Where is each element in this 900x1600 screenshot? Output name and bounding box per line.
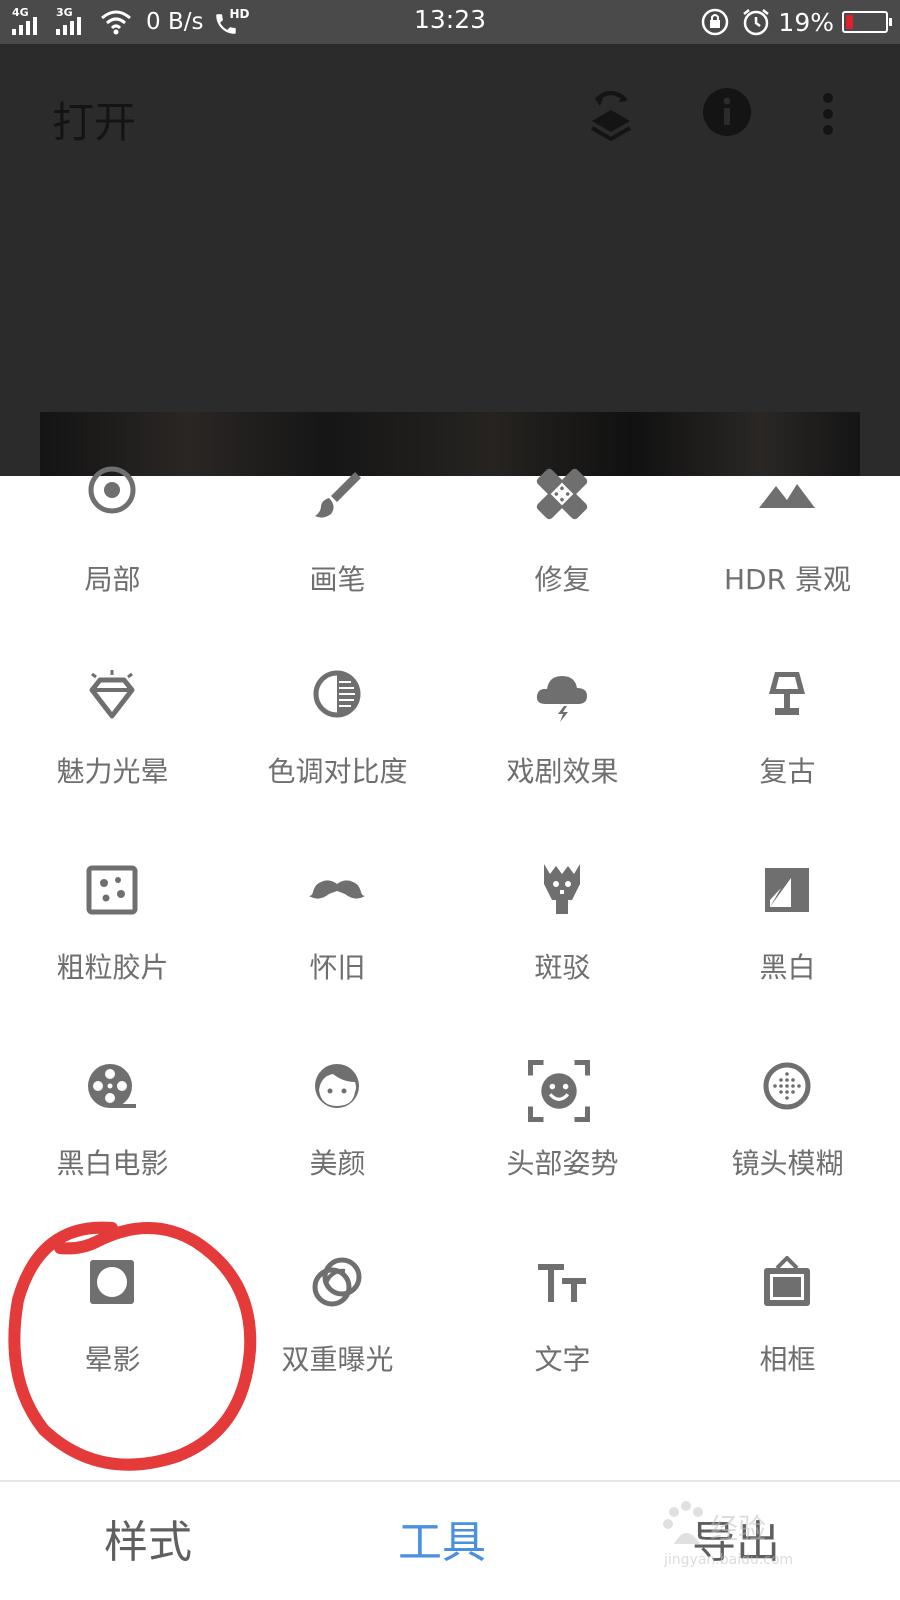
layers-undo-icon[interactable] — [586, 86, 636, 142]
editor-header: 打开 — [0, 44, 900, 476]
frames-icon — [764, 1256, 810, 1306]
portrait-icon — [315, 1064, 359, 1108]
tool-retrolux[interactable]: 怀旧 — [225, 864, 450, 1064]
tools-grid: 局部 画笔 修复 HDR 景观 魅力光晕 色调对比度 戏剧效果 复古 粗粒胶片 … — [0, 466, 900, 1480]
bottom-nav: 样式 工具 导出 经验 jingyan.baidu.com — [0, 1480, 900, 1600]
tool-label: 镜头模糊 — [731, 1147, 844, 1180]
selective-icon — [88, 466, 136, 514]
tool-noir[interactable]: 黑白电影 — [0, 1060, 225, 1260]
tool-hdr-scape[interactable]: HDR 景观 — [675, 476, 900, 676]
tool-label: 头部姿势 — [506, 1147, 619, 1180]
battery-icon — [842, 11, 892, 33]
blur-dot — [785, 1090, 789, 1094]
tool-healing[interactable]: 修复 — [450, 468, 675, 676]
vignette-icon — [90, 1260, 134, 1304]
tool-head-pose[interactable]: 头部姿势 — [450, 1060, 675, 1260]
more-vert-icon[interactable] — [818, 92, 838, 136]
text-icon — [538, 1264, 586, 1302]
blur-dot — [773, 1084, 777, 1088]
vintage-icon — [769, 672, 805, 715]
tool-label: 戏剧效果 — [506, 755, 619, 788]
tool-vintage[interactable]: 复古 — [675, 668, 900, 868]
blur-dot — [785, 1078, 789, 1082]
tool-tonal-contrast[interactable]: 色调对比度 — [225, 668, 450, 868]
alarm-icon — [743, 9, 770, 36]
tab-styles[interactable]: 样式 — [104, 1506, 192, 1570]
tool-glamour-glow[interactable]: 魅力光晕 — [0, 668, 225, 868]
tool-black-white[interactable]: 黑白 — [675, 864, 900, 1064]
drama-icon — [536, 676, 587, 722]
tool-drama[interactable]: 戏剧效果 — [450, 668, 675, 868]
tool-label: 斑驳 — [534, 951, 591, 984]
tab-tools[interactable]: 工具 — [398, 1506, 486, 1570]
tool-label: HDR 景观 — [724, 563, 851, 596]
tool-selective[interactable]: 局部 — [0, 466, 225, 676]
photo-preview — [40, 412, 860, 476]
status-bar: 4G 3G 0 B/s HD 13:23 19% — [0, 0, 900, 44]
blur-dot — [779, 1078, 783, 1082]
tonal-contrast-icon — [313, 670, 361, 718]
blur-dot — [785, 1072, 789, 1076]
open-button[interactable]: 打开 — [52, 89, 136, 150]
tool-label: 色调对比度 — [267, 755, 408, 788]
tool-label: 晕影 — [84, 1343, 141, 1376]
retrolux-icon — [309, 880, 365, 899]
blur-dot — [791, 1078, 795, 1082]
watermark-logo: 经验 jingyan.baidu.com — [660, 1500, 850, 1570]
tool-brush[interactable]: 画笔 — [225, 472, 450, 676]
blur-dot — [785, 1084, 789, 1088]
tool-lens-blur[interactable]: 镜头模糊 — [675, 1060, 900, 1260]
blur-dot — [797, 1084, 801, 1088]
black-white-icon — [765, 868, 809, 912]
tool-label: 粗粒胶片 — [56, 951, 169, 984]
tool-grainy-film[interactable]: 粗粒胶片 — [0, 864, 225, 1064]
tool-label: 怀旧 — [309, 951, 366, 984]
tool-label: 双重曝光 — [281, 1343, 394, 1376]
tool-label: 魅力光晕 — [56, 755, 169, 788]
tool-double-exposure[interactable]: 双重曝光 — [225, 1256, 450, 1456]
screen: 4G 3G 0 B/s HD 13:23 19% 打开 局部 画笔 修复 HDR… — [0, 0, 900, 1600]
battery-level — [846, 15, 853, 29]
double-exposure-icon — [312, 1257, 362, 1307]
tool-label: 黑白电影 — [56, 1147, 169, 1180]
blur-dot — [785, 1096, 789, 1100]
glamour-glow-icon — [89, 670, 135, 719]
healing-icon — [536, 468, 588, 520]
tool-label: 复古 — [759, 755, 816, 788]
tool-label: 文字 — [534, 1343, 591, 1376]
info-icon[interactable] — [702, 87, 752, 137]
grunge-icon — [544, 864, 580, 914]
tool-vignette[interactable]: 晕影 — [0, 1256, 225, 1456]
tool-label: 局部 — [84, 563, 141, 596]
tool-frames[interactable]: 相框 — [675, 1256, 900, 1456]
blur-dot — [779, 1090, 783, 1094]
brush-icon — [315, 472, 361, 518]
hdr-scape-icon — [759, 484, 815, 508]
head-pose-icon — [528, 1060, 590, 1122]
tool-text[interactable]: 文字 — [450, 1256, 675, 1456]
tool-grunge[interactable]: 斑驳 — [450, 864, 675, 1064]
tool-label: 修复 — [534, 563, 591, 596]
svg-text:jingyan.baidu.com: jingyan.baidu.com — [663, 1552, 793, 1568]
tool-label: 相框 — [759, 1343, 816, 1376]
blur-dot — [791, 1084, 795, 1088]
tool-label: 画笔 — [309, 563, 366, 596]
noir-icon — [88, 1064, 136, 1108]
tool-label: 黑白 — [759, 951, 816, 984]
status-right: 19% — [700, 6, 892, 38]
rotation-lock-icon — [702, 8, 729, 36]
tool-label: 美颜 — [309, 1147, 366, 1180]
battery-percent: 19% — [778, 7, 834, 37]
lens-blur-icon — [763, 1062, 811, 1110]
grainy-film-icon — [86, 865, 138, 915]
svg-text:经验: 经验 — [710, 1512, 766, 1545]
blur-dot — [779, 1084, 783, 1088]
tool-portrait[interactable]: 美颜 — [225, 1060, 450, 1260]
blur-dot — [791, 1090, 795, 1094]
